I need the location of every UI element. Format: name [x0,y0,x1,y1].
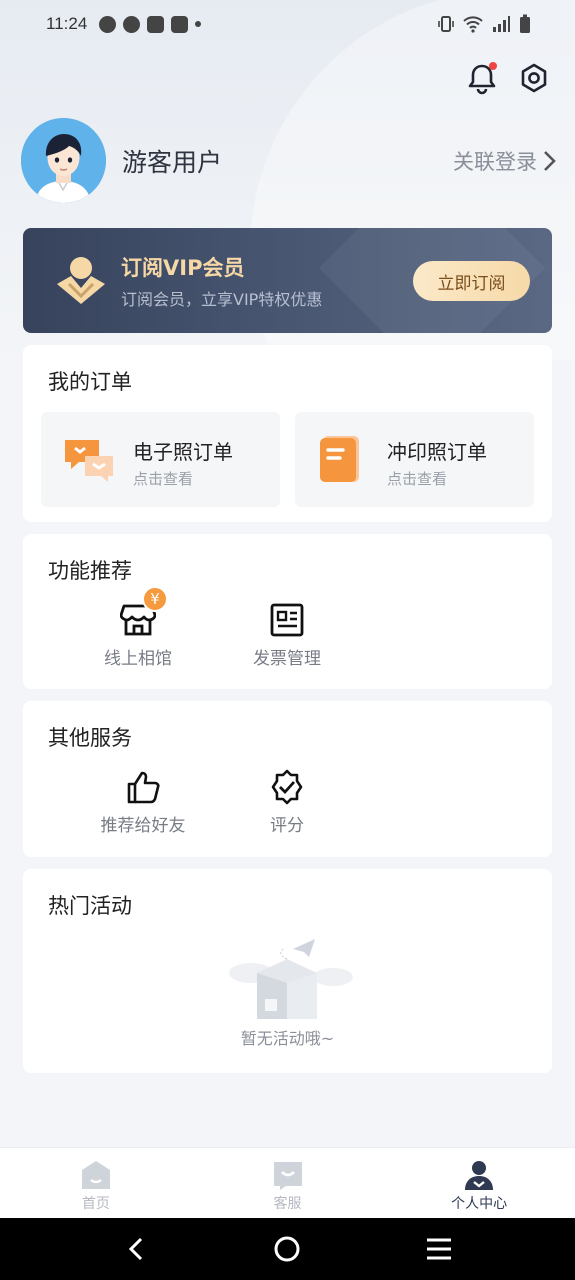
notification-icons [99,15,202,33]
yen-badge: ¥ [142,586,168,612]
empty-text: 暂无活动哦~ [240,1029,335,1048]
menu-lines-icon [427,1238,452,1260]
service-label: 评分 [270,816,304,836]
status-time: 11:24 [46,14,88,33]
tab-label: 首页 [81,1196,110,1212]
orders-card: 我的订单 电子照订单 点击查看 冲印照订单 点击查看 [23,345,552,522]
system-nav-bar [0,1218,575,1280]
orders-title: 我的订单 [48,370,132,394]
empty-box-illustration [229,939,353,1019]
order-hint: 点击查看 [387,470,448,488]
order-item-print[interactable]: 冲印照订单 点击查看 [295,412,534,507]
service-icon [273,1162,302,1190]
feature-online-studio[interactable]: ¥ 线上相馆 [73,586,203,669]
username: 游客用户 [122,148,223,177]
vip-subtitle: 订阅会员，立享VIP特权优惠 [121,290,323,309]
rating-badge-icon [269,769,305,805]
back-chevron-icon [128,1237,142,1261]
tab-home[interactable]: 首页 [0,1148,192,1218]
system-icons [437,14,531,34]
bottom-tab-bar: 首页 客服 个人中心 [0,1147,575,1218]
feature-label: 发票管理 [253,649,321,669]
link-login-label: 关联登录 [453,150,537,174]
home-icon [81,1161,110,1189]
activities-card: 热门活动 暂无活动哦~ [23,869,552,1073]
bag-icon [147,15,165,33]
feature-invoice[interactable]: 发票管理 [222,602,352,669]
chat-bubbles-icon [65,440,113,482]
document-icon [320,436,359,482]
tab-service[interactable]: 客服 [192,1148,384,1218]
order-name: 冲印照订单 [387,440,487,464]
vibrate-icon [438,16,454,32]
chevron-right-icon [544,151,556,171]
tab-label: 个人中心 [451,1196,508,1212]
dot-icon [195,21,202,27]
tab-profile[interactable]: 个人中心 [383,1148,575,1218]
avatar[interactable] [21,118,106,203]
activities-title: 热门活动 [48,894,132,918]
link-login-button[interactable]: 关联登录 [453,146,557,176]
profile-icon [465,1161,494,1190]
status-bar: 11:24 [0,0,575,48]
recents-button[interactable] [419,1229,459,1269]
feature-label: 线上相馆 [104,649,172,669]
signal-icon [493,16,510,32]
thumbs-up-icon [125,769,161,805]
order-item-electronic[interactable]: 电子照订单 点击查看 [41,412,280,507]
notification-bell-icon[interactable] [466,62,498,96]
bag-icon [171,15,189,33]
invoice-icon [269,602,305,638]
services-card: 其他服务 推荐给好友 评分 [23,701,552,857]
service-label: 推荐给好友 [100,816,186,836]
settings-gear-icon[interactable] [518,62,550,96]
order-name: 电子照订单 [133,440,233,464]
wifi-icon [463,16,483,33]
back-button[interactable] [116,1229,156,1269]
subscribe-button[interactable]: 立即订阅 [413,261,530,301]
battery-icon [520,14,530,33]
store-icon: ¥ [119,586,168,638]
service-rating[interactable]: 评分 [222,769,352,836]
services-title: 其他服务 [48,726,132,750]
speed-icon [123,15,141,33]
message-icon [99,15,117,33]
features-title: 功能推荐 [48,559,132,583]
tab-label: 客服 [273,1196,302,1212]
order-hint: 点击查看 [133,470,194,488]
service-recommend[interactable]: 推荐给好友 [78,769,208,836]
features-card: 功能推荐 ¥ 线上相馆 发票管理 [23,534,552,689]
vip-crown-icon [57,257,105,304]
home-circle-icon [274,1236,300,1262]
vip-banner[interactable]: 订阅VIP会员 订阅会员，立享VIP特权优惠 立即订阅 [23,228,552,333]
unread-dot [489,62,497,70]
home-button[interactable] [267,1229,307,1269]
vip-title: 订阅VIP会员 [121,256,245,280]
